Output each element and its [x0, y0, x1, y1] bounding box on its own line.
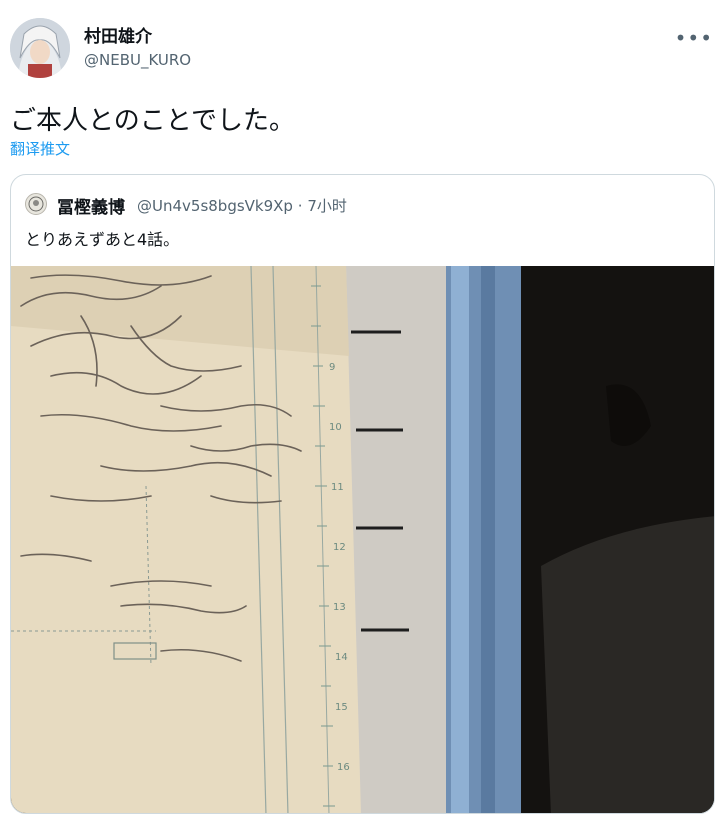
quoted-author-name[interactable]: 冨樫義博	[57, 193, 125, 218]
quoted-text: とりあえずあと4話。	[25, 230, 180, 249]
tweet-text: ご本人とのことでした。	[10, 106, 295, 136]
quoted-handle[interactable]: @Un4v5s8bgsVk9Xp	[137, 197, 293, 215]
author-handle[interactable]: @NEBU_KURO	[84, 51, 191, 69]
ruler-tick-16: 16	[337, 762, 350, 773]
user-avatar-icon	[10, 18, 70, 78]
ruler-tick-13: 13	[333, 602, 346, 613]
quoted-time[interactable]: 7小时	[307, 197, 347, 215]
meta-separator: ·	[297, 197, 303, 215]
ruler-tick-10: 10	[329, 422, 342, 433]
manuscript-photo[interactable]: 9 10 11 12 13 14 15 16	[11, 265, 714, 813]
quoted-avatar[interactable]	[25, 193, 47, 215]
quoted-tweet[interactable]: 冨樫義博 @Un4v5s8bgsVk9Xp · 7小时 とりあえずあと4話。 9…	[10, 174, 715, 814]
ruler-tick-15: 15	[335, 702, 348, 713]
author-name[interactable]: 村田雄介	[84, 22, 152, 47]
quoted-avatar-icon	[28, 196, 44, 212]
ruler-tick-11: 11	[331, 482, 344, 493]
ruler-tick-12: 12	[333, 542, 346, 553]
translate-link[interactable]: 翻译推文	[10, 138, 70, 159]
manuscript-photo-icon: 9 10 11 12 13 14 15 16	[11, 265, 714, 813]
author-avatar[interactable]	[10, 18, 70, 78]
quoted-meta: @Un4v5s8bgsVk9Xp · 7小时	[137, 195, 347, 216]
ruler-tick-14: 14	[335, 652, 348, 663]
more-icon[interactable]: •••	[675, 26, 713, 50]
ruler-tick-9: 9	[329, 362, 335, 373]
